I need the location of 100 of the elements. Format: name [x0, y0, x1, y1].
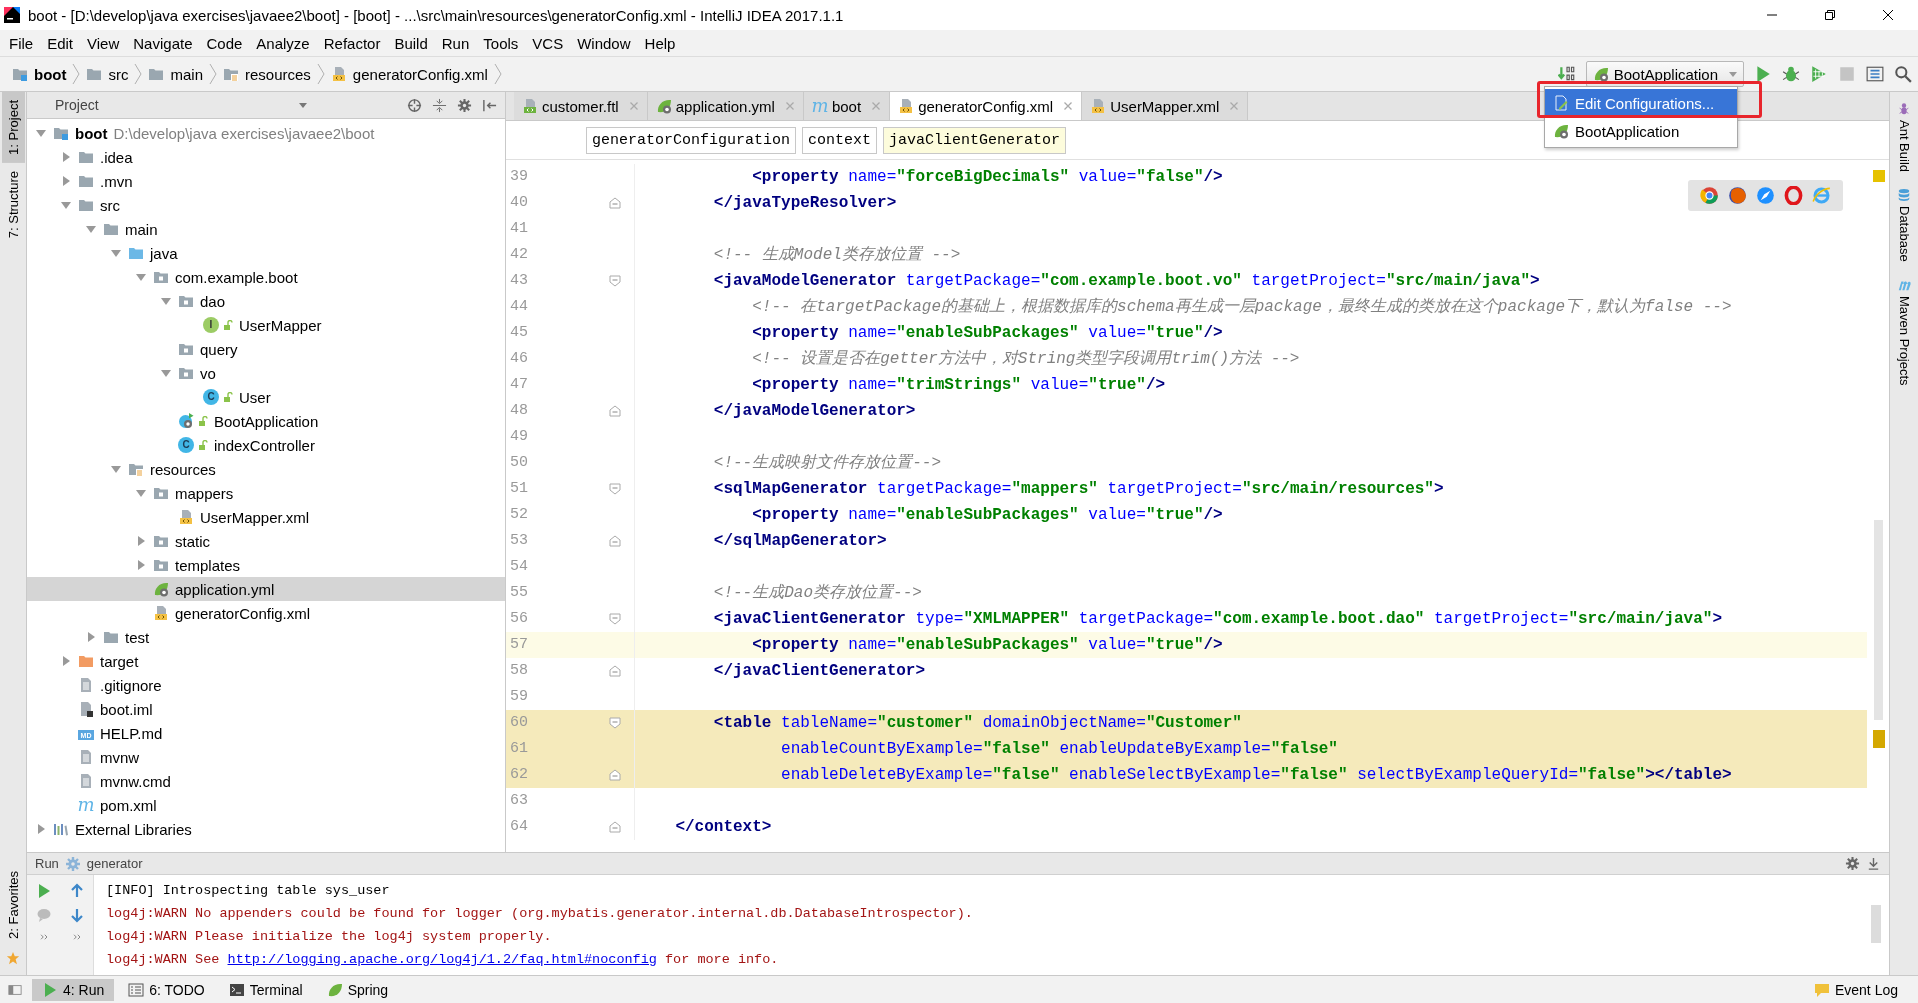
- expanded-arrow-icon[interactable]: [86, 224, 96, 234]
- tree-item[interactable]: C User: [27, 385, 505, 409]
- browser-icon[interactable]: [1700, 186, 1719, 205]
- menu-item[interactable]: Edit: [40, 34, 81, 52]
- tree-item[interactable]: test: [27, 625, 505, 649]
- tool-window-tab[interactable]: Ant Build: [1896, 102, 1912, 173]
- tree-item[interactable]: src: [27, 193, 505, 217]
- menu-item[interactable]: Analyze: [249, 34, 317, 52]
- editor-tab[interactable]: UserMapper.xml: [1082, 92, 1249, 120]
- menu-item[interactable]: Build: [387, 34, 435, 52]
- restore-icon[interactable]: [1824, 9, 1836, 21]
- expanded-arrow-icon[interactable]: [136, 488, 146, 498]
- menu-item[interactable]: Code: [199, 34, 250, 52]
- fold-end-icon[interactable]: [609, 535, 621, 547]
- fold-icon[interactable]: [609, 483, 621, 495]
- collapsed-arrow-icon[interactable]: [61, 656, 71, 666]
- tree-item[interactable]: dao: [27, 289, 505, 313]
- collapsed-arrow-icon[interactable]: [136, 560, 146, 570]
- fold-end-icon[interactable]: [609, 769, 621, 781]
- editor-tab[interactable]: m boot: [803, 92, 891, 120]
- tree-item[interactable]: .gitignore: [27, 673, 505, 697]
- menu-item[interactable]: Window: [570, 34, 638, 52]
- stop-icon[interactable]: [1838, 65, 1856, 83]
- breadcrumb-item[interactable]: boot: [8, 65, 71, 83]
- fold-end-icon[interactable]: [609, 665, 621, 677]
- tree-item[interactable]: vo: [27, 361, 505, 385]
- tree-item[interactable]: .mvn: [27, 169, 505, 193]
- tree-item[interactable]: UserMapper.xml: [27, 505, 505, 529]
- tree-item[interactable]: resources: [27, 457, 505, 481]
- close-icon[interactable]: [1882, 9, 1894, 21]
- run-icon[interactable]: [1754, 65, 1772, 83]
- scrollbar[interactable]: [1871, 905, 1881, 943]
- tree-item[interactable]: boot D:\develop\java exercises\javaee2\boot: [27, 121, 505, 145]
- tree-item[interactable]: .idea: [27, 145, 505, 169]
- tree-item[interactable]: main: [27, 217, 505, 241]
- tree-item[interactable]: com.example.boot: [27, 265, 505, 289]
- settings-icon[interactable]: [1845, 856, 1860, 871]
- tool-window-tab[interactable]: 7: Structure: [1, 162, 25, 247]
- coverage-icon[interactable]: [1810, 65, 1828, 83]
- run-configuration-tab[interactable]: generator: [86, 856, 143, 871]
- down-arrow-icon[interactable]: [68, 907, 85, 923]
- warning-marker[interactable]: [1873, 730, 1885, 748]
- tree-item[interactable]: mappers: [27, 481, 505, 505]
- binary-icon[interactable]: [1557, 65, 1576, 83]
- tool-window-tab[interactable]: Spring: [316, 978, 399, 1001]
- tool-window-tab[interactable]: Terminal: [218, 978, 313, 1001]
- menu-item[interactable]: Refactor: [316, 34, 388, 52]
- tree-item[interactable]: static: [27, 529, 505, 553]
- breadcrumb-item[interactable]: generatorConfig.xml: [326, 65, 492, 83]
- breadcrumb-item[interactable]: main: [144, 65, 207, 83]
- browser-icon[interactable]: [1784, 186, 1803, 205]
- search-icon[interactable]: [1894, 65, 1912, 83]
- warning-marker[interactable]: [1873, 170, 1885, 182]
- collapse-icon[interactable]: [432, 97, 447, 113]
- fold-end-icon[interactable]: [609, 197, 621, 209]
- link[interactable]: http://logging.apache.org/log4j/1.2/faq.html#noconfig: [227, 952, 657, 967]
- scrollbar[interactable]: [1874, 520, 1883, 720]
- hide-icon[interactable]: [1866, 856, 1881, 871]
- panel-title[interactable]: Project: [35, 97, 99, 113]
- tool-window-tab[interactable]: 4: Run: [32, 978, 115, 1001]
- tool-window-tab[interactable]: 1: Project: [1, 92, 25, 163]
- collapsed-arrow-icon[interactable]: [36, 824, 46, 834]
- collapsed-arrow-icon[interactable]: [61, 152, 71, 162]
- expanded-arrow-icon[interactable]: [161, 368, 171, 378]
- browser-icon[interactable]: [1728, 186, 1747, 205]
- expanded-arrow-icon[interactable]: [161, 296, 171, 306]
- tree-item[interactable]: BootApplication: [27, 409, 505, 433]
- menu-item[interactable]: File: [2, 34, 41, 52]
- panel-toggle-icon[interactable]: [8, 982, 22, 997]
- expanded-arrow-icon[interactable]: [111, 248, 121, 258]
- project-structure-icon[interactable]: [1866, 65, 1884, 83]
- menu-item[interactable]: Edit Configurations...: [1545, 89, 1737, 117]
- expanded-arrow-icon[interactable]: [36, 128, 46, 138]
- collapsed-arrow-icon[interactable]: [136, 536, 146, 546]
- editor-tab[interactable]: customer.ftl: [514, 92, 648, 120]
- tree-item[interactable]: application.yml: [27, 577, 505, 601]
- collapsed-arrow-icon[interactable]: [86, 632, 96, 642]
- menu-item[interactable]: Tools: [476, 34, 526, 52]
- tree-item[interactable]: templates: [27, 553, 505, 577]
- crosshair-icon[interactable]: [407, 97, 422, 113]
- fold-icon[interactable]: [609, 613, 621, 625]
- tree-item[interactable]: mvnw.cmd: [27, 769, 505, 793]
- menu-item[interactable]: VCS: [525, 34, 571, 52]
- tree-item[interactable]: java: [27, 241, 505, 265]
- menu-item[interactable]: Help: [637, 34, 683, 52]
- tool-window-tab[interactable]: Database: [1896, 188, 1912, 262]
- expanded-arrow-icon[interactable]: [111, 464, 121, 474]
- tree-item[interactable]: query: [27, 337, 505, 361]
- tool-window-tab[interactable]: 6: TODO: [118, 978, 215, 1001]
- breadcrumb-item[interactable]: src: [82, 65, 133, 83]
- expanded-arrow-icon[interactable]: [61, 200, 71, 210]
- breadcrumb-item[interactable]: generatorConfiguration: [586, 126, 797, 154]
- editor-tab[interactable]: generatorConfig.xml: [890, 92, 1083, 120]
- expanded-arrow-icon[interactable]: [136, 272, 146, 282]
- menu-item[interactable]: BootApplication: [1545, 117, 1737, 145]
- breadcrumb-item[interactable]: javaClientGenerator: [883, 126, 1067, 154]
- tree-item[interactable]: C indexController: [27, 433, 505, 457]
- hide-icon[interactable]: [482, 97, 497, 113]
- tree-item[interactable]: m pom.xml: [27, 793, 505, 817]
- menu-item[interactable]: View: [80, 34, 127, 52]
